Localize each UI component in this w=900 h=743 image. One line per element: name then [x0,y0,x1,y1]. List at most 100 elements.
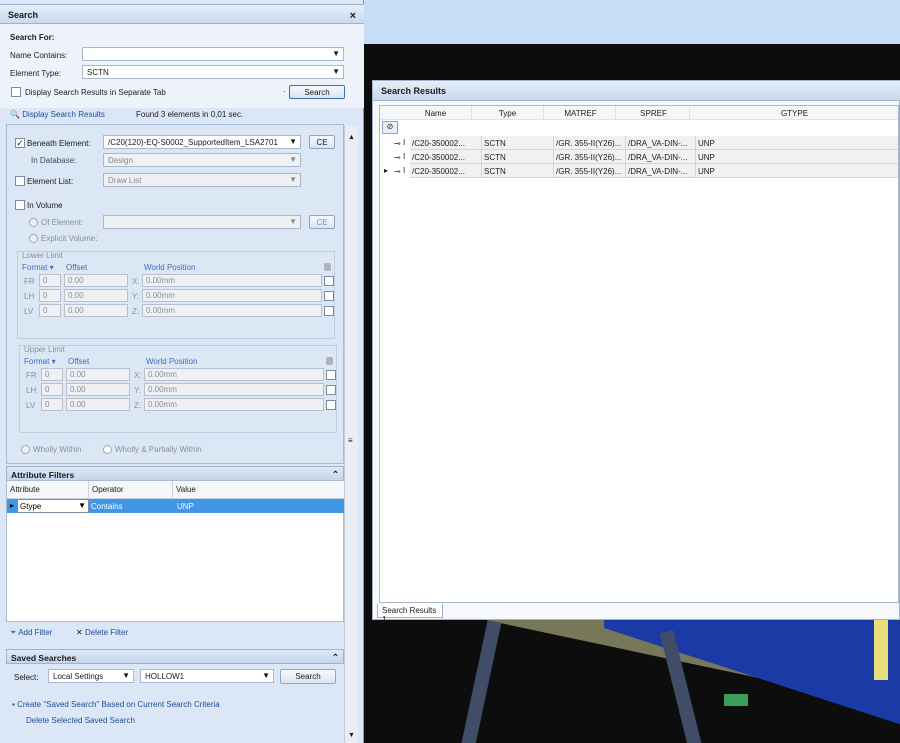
axis-number-input[interactable]: 0 [41,398,63,411]
beneath-checkbox[interactable]: ✓ [15,138,25,148]
element-list-field[interactable]: Draw List ▼ [103,173,301,187]
in-volume-checkbox[interactable] [15,200,25,210]
lock-checkbox[interactable] [326,370,336,380]
world-position-input[interactable]: 0.00mm [142,304,322,317]
offset-input[interactable]: 0.00 [64,289,128,302]
of-element-field[interactable]: ▼ [103,215,301,229]
scroll-down-icon[interactable]: ▼ [348,732,355,739]
table-row[interactable]: ⊸ I /C20-350002... SCTN /GR. 355-II(Y26)… [380,150,898,164]
offset-input[interactable]: 0.00 [66,368,130,381]
wholly-within-radio[interactable] [21,445,30,454]
column-header[interactable]: Value [173,481,345,499]
chevron-down-icon[interactable]: ▼ [289,175,297,184]
name-cell[interactable]: /C20-350002... [410,164,482,178]
axis-number-input[interactable]: 0 [41,383,63,396]
in-database-field[interactable]: Design ▼ [103,153,301,167]
axis-number-input[interactable]: 0 [39,289,61,302]
attribute-filters-header[interactable]: Attribute Filters ⌃ [6,466,344,481]
gtype-cell[interactable]: UNP [696,150,898,164]
operator-value[interactable]: Contains [91,502,123,511]
offset-input[interactable]: 0.00 [64,274,128,287]
name-cell[interactable]: /C20-350002... [410,150,482,164]
axis-number-input[interactable]: 0 [39,304,61,317]
column-header[interactable]: Attribute [7,481,89,499]
chevron-down-icon[interactable]: ▼ [332,67,340,76]
offset-input[interactable]: 0.00 [66,398,130,411]
lock-checkbox[interactable] [324,306,334,316]
element-type-field[interactable]: SCTN ▼ [82,65,344,79]
saved-search-scope[interactable]: Local Settings ▼ [48,669,134,683]
world-position-input[interactable]: 0.00mm [142,274,322,287]
column-header[interactable]: MATREF [546,106,616,120]
add-filter-button[interactable]: ⏷ Add Filter [10,628,52,638]
type-cell[interactable]: SCTN [482,136,554,150]
name-contains-field[interactable]: ▼ [82,47,344,61]
gtype-cell[interactable]: UNP [696,164,898,178]
saved-search-name[interactable]: HOLLOW1 ▼ [140,669,274,683]
spref-cell[interactable]: /DRA_VA-DIN-... [626,164,696,178]
display-results-link[interactable]: 🔍 Display Search Results [10,110,105,119]
format-label[interactable]: Format ▾ [22,263,54,272]
chevron-down-icon[interactable]: ▼ [332,49,340,58]
offset-input[interactable]: 0.00 [66,383,130,396]
lock-checkbox[interactable] [324,276,334,286]
lock-checkbox[interactable] [324,291,334,301]
spref-cell[interactable]: /DRA_VA-DIN-... [626,136,696,150]
attribute-select[interactable]: Gtype ▼ [17,499,89,513]
filter-row-icon[interactable]: ⊘ [382,121,398,134]
collapse-icon[interactable]: ⌃ [332,652,339,663]
offset-input[interactable]: 0.00 [64,304,128,317]
column-header[interactable]: Operator [89,481,173,499]
chevron-down-icon[interactable]: ▼ [289,155,297,164]
chevron-down-icon[interactable]: ▼ [289,217,297,226]
of-element-radio[interactable] [29,218,38,227]
delete-filter-button[interactable]: ✕ Delete Filter [76,628,128,637]
chevron-down-icon[interactable]: ▼ [262,671,270,680]
world-position-input[interactable]: 0.00mm [142,289,322,302]
type-cell[interactable]: SCTN [482,150,554,164]
collapse-icon[interactable]: ⌃ [332,469,339,480]
matref-cell[interactable]: /GR. 355-II(Y26)... [554,150,626,164]
saved-search-button[interactable]: Search [280,669,336,684]
lock-checkbox[interactable] [326,385,336,395]
table-row[interactable]: ⊸ I /C20-350002... SCTN /GR. 355-II(Y26)… [380,136,898,150]
beneath-element-field[interactable]: /C20(120)-EQ-S0002_SupportedItem_LSA2701… [103,135,301,149]
type-cell[interactable]: SCTN [482,164,554,178]
world-position-input[interactable]: 0.00mm [144,368,324,381]
create-saved-search-link[interactable]: ▪ Create "Saved Search" Based on Current… [12,700,220,709]
world-position-input[interactable]: 0.00mm [144,383,324,396]
matref-cell[interactable]: /GR. 355-II(Y26)... [554,136,626,150]
scroll-grip-icon[interactable]: ≡ [348,436,353,445]
spref-cell[interactable]: /DRA_VA-DIN-... [626,150,696,164]
explicit-volume-radio[interactable] [29,234,38,243]
chevron-down-icon[interactable]: ▼ [122,671,130,680]
scroll-up-icon[interactable]: ▲ [348,134,355,141]
chevron-down-icon[interactable]: ▼ [78,501,86,510]
separate-tab-checkbox[interactable] [11,87,21,97]
lock-checkbox[interactable] [326,400,336,410]
column-header[interactable]: GTYPE [690,106,898,120]
panel-scrollbar[interactable]: ▲ ≡ ▼ [344,126,358,743]
search-button[interactable]: Search [289,85,345,99]
close-icon[interactable]: × [350,10,356,22]
name-cell[interactable]: /C20-350002... [410,136,482,150]
value-cell[interactable]: UNP [177,502,194,511]
of-element-ce-button[interactable]: CE [309,215,335,229]
world-position-input[interactable]: 0.00mm [144,398,324,411]
chevron-down-icon[interactable]: ▼ [289,137,297,146]
table-row[interactable]: ▸ Gtype ▼ Contains UNP [7,499,345,513]
tab-search-results-1[interactable]: Search Results 1 [377,604,443,624]
axis-number-input[interactable]: 0 [41,368,63,381]
element-list-checkbox[interactable] [15,176,25,186]
table-row[interactable]: ▸ ⊸ I /C20-350002... SCTN /GR. 355-II(Y2… [380,164,898,178]
column-header[interactable]: SPREF [618,106,690,120]
wholly-partially-radio[interactable] [103,445,112,454]
format-label[interactable]: Format ▾ [24,357,56,366]
gtype-cell[interactable]: UNP [696,136,898,150]
delete-saved-search-link[interactable]: Delete Selected Saved Search [26,716,135,725]
axis-number-input[interactable]: 0 [39,274,61,287]
column-header[interactable]: Name [400,106,472,120]
saved-searches-header[interactable]: Saved Searches ⌃ [6,649,344,664]
column-header[interactable]: Type [472,106,544,120]
matref-cell[interactable]: /GR. 355-II(Y26)... [554,164,626,178]
